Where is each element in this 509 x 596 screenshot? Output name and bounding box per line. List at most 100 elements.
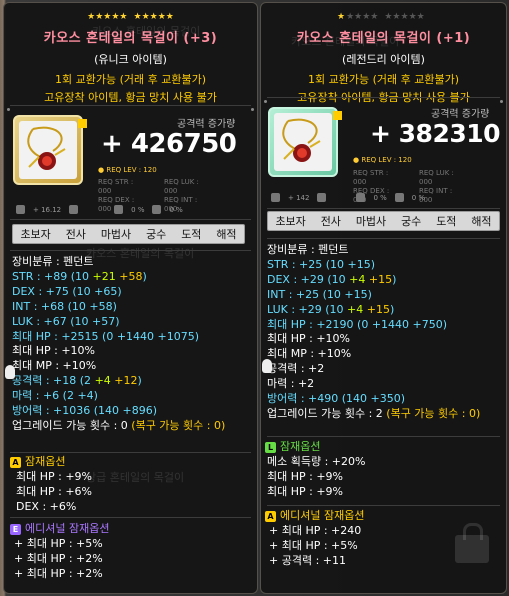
- shield-icon: [394, 193, 404, 202]
- hand-cursor-icon: [262, 359, 272, 373]
- stat-line: 공격력 : +2: [267, 362, 325, 376]
- job-archer: 궁수: [146, 228, 167, 241]
- job-thief: 도적: [436, 215, 457, 228]
- item-icon-frame[interactable]: [268, 107, 342, 177]
- job-class-bar: 초보자 전사 마법사 궁수 도적 해적: [12, 224, 245, 244]
- necklace-icon: [274, 113, 332, 171]
- divider: [10, 452, 251, 453]
- rarity-label: (유니크 아이템): [94, 53, 167, 66]
- stat-line: LUK : +29 (10 +4 +15): [267, 302, 395, 316]
- potential-grade-icon: L: [265, 441, 276, 453]
- job-warrior: 전사: [320, 215, 341, 228]
- extra-info-row: + 16.12 0 % 0 %: [16, 205, 183, 214]
- divider: [10, 105, 251, 106]
- scissors-icon: [69, 205, 79, 214]
- star-icon: ★: [337, 12, 346, 22]
- divider-dot: [7, 108, 10, 111]
- stat-line: DEX : +75 (10 +65): [12, 284, 122, 298]
- attack-gain-label: 공격력 증가량: [431, 109, 490, 120]
- stat-line: 공격력 : +18 (2 +4 +12): [12, 374, 142, 388]
- category-line: 장비분류 : 펜던트: [12, 255, 94, 268]
- star-icon: ★★★★★: [133, 12, 174, 22]
- stat-line: 최대 HP : +10%: [12, 344, 96, 358]
- stat-line: 마력 : +2: [267, 377, 315, 391]
- stat-line: 최대 HP : +2190 (0 +1440 +750): [267, 317, 448, 331]
- req-level: ● REQ LEV : 120: [98, 166, 157, 174]
- star-icon: ★★★★: [346, 12, 379, 22]
- stat-line: 방어력 : +1036 (140 +896): [12, 404, 158, 418]
- job-magician: 마법사: [100, 228, 132, 241]
- job-thief: 도적: [181, 228, 202, 241]
- potential-line: 메소 획득량 : +20%: [267, 454, 366, 468]
- upgrade-line: 업그레이드 가능 횟수 : 0 (복구 가능 횟수 : 0): [12, 418, 226, 432]
- stat-line: INT : +25 (10 +15): [267, 287, 372, 301]
- potential-grade-icon: A: [10, 456, 21, 468]
- potential-line: 최대 HP : +9%: [16, 469, 93, 483]
- job-warrior: 전사: [65, 228, 86, 241]
- attack-gain-value: + 426750: [101, 129, 237, 159]
- additional-grade-icon: E: [10, 523, 21, 535]
- additional-potential-section: A 에디셔널 잠재옵션 + 최대 HP : +240 + 최대 HP : +5% …: [265, 509, 364, 569]
- rarity-badge-icon: [78, 119, 87, 128]
- scissors-icon: [317, 193, 327, 202]
- ghost-text: 카오스 혼테일의 목걸이: [92, 25, 201, 38]
- job-pirate: 해적: [471, 215, 492, 228]
- additional-line: + 최대 HP : +240: [269, 523, 362, 537]
- divider-dot: [251, 108, 254, 111]
- hand-cursor-icon: [5, 365, 15, 379]
- upgrade-line: 업그레이드 가능 횟수 : 2 (복구 가능 횟수 : 0): [267, 406, 481, 420]
- stat-line: 최대 HP : +2515 (0 +1440 +1075): [12, 329, 200, 343]
- req-level: ● REQ LEV : 120: [353, 156, 412, 164]
- lock-icon: [455, 523, 489, 563]
- stat-line: 최대 MP : +10%: [267, 347, 352, 361]
- divider: [267, 97, 500, 98]
- potential-line: 최대 HP : +9%: [267, 484, 344, 498]
- necklace-image: [282, 118, 321, 162]
- stat-line: DEX : +29 (10 +4 +15): [267, 272, 397, 286]
- category-line: 장비분류 : 펜던트: [267, 243, 349, 256]
- stat-line: 마력 : +6 (2 +4): [12, 389, 98, 403]
- ignore-defense-icon: [356, 193, 366, 202]
- divider: [267, 505, 500, 506]
- rarity-label: (레전드리 아이템): [342, 53, 425, 66]
- job-magician: 마법사: [355, 215, 387, 228]
- tooltip-panel-left: 카오스 혼테일의 목걸이 ★★★★★ ★★★★★ 카오스 혼테일의 목걸이 (+…: [3, 2, 258, 594]
- divider: [10, 517, 251, 518]
- divider: [267, 208, 500, 209]
- divider: [10, 219, 251, 220]
- job-archer: 궁수: [401, 215, 422, 228]
- ignore-defense-icon: [114, 205, 124, 214]
- divider-dot: [500, 100, 503, 103]
- job-beginner: 초보자: [275, 215, 306, 228]
- potential-section: A 잠재옵션 최대 HP : +9% 최대 HP : +6% DEX : +6%: [10, 455, 92, 515]
- stat-line: STR : +25 (10 +15): [267, 257, 376, 271]
- job-class-bar: 초보자 전사 마법사 궁수 도적 해적: [267, 211, 500, 231]
- stat-line: 방어력 : +490 (140 +350): [267, 392, 406, 406]
- star-force-row: ★★★★★ ★★★★★: [4, 11, 257, 23]
- item-icon-frame[interactable]: [13, 115, 87, 185]
- shield-icon: [152, 205, 162, 214]
- attack-gain-label: 공격력 증가량: [177, 119, 236, 130]
- potential-line: 최대 HP : +9%: [267, 469, 344, 483]
- stat-line: 최대 MP : +10%: [12, 359, 97, 373]
- tooltip-panel-right: ★ ★★★★ ★★★★★ 카오스 혼테일의 목걸이 (+1) 카오스 혼테일의 …: [260, 2, 507, 594]
- additional-line: + 최대 HP : +2%: [14, 566, 103, 580]
- necklace-image: [27, 126, 66, 170]
- item-stats: 장비분류 : 펜던트 STR : +89 (10 +21 +58) DEX : …: [12, 255, 225, 434]
- stat-line: STR : +89 (10 +21 +58): [12, 269, 147, 283]
- divider: [267, 238, 500, 239]
- divider: [10, 250, 251, 251]
- star-icon: ★★★★★: [384, 12, 425, 22]
- additional-line: + 최대 HP : +5%: [269, 538, 358, 552]
- additional-line: + 최대 HP : +2%: [14, 551, 103, 565]
- stat-line: 최대 HP : +10%: [267, 332, 351, 346]
- additional-potential-section: E 에디셔널 잠재옵션 + 최대 HP : +5% + 최대 HP : +2% +…: [10, 522, 109, 582]
- ghost-text: 카오스 혼테일의 목걸이: [291, 35, 400, 48]
- job-pirate: 해적: [216, 228, 237, 241]
- wrench-icon: [16, 205, 25, 214]
- star-icon: ★★★★★: [87, 12, 128, 22]
- item-stats: 장비분류 : 펜던트 STR : +25 (10 +15) DEX : +29 …: [267, 243, 480, 422]
- potential-section: L 잠재옵션 메소 획득량 : +20% 최대 HP : +9% 최대 HP : …: [265, 440, 366, 498]
- rarity-badge-icon: [333, 111, 342, 120]
- trade-info: 1회 교환가능 (거래 후 교환불가): [307, 73, 459, 86]
